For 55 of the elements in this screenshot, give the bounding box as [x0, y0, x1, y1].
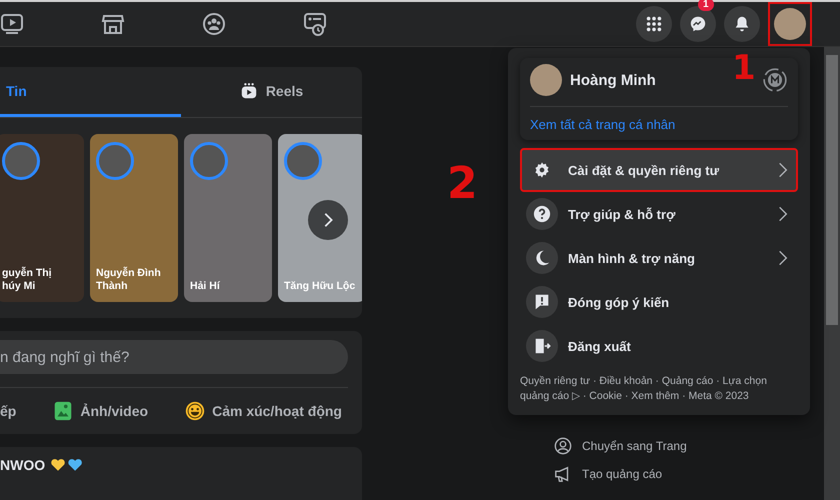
- settings-icon: [533, 161, 551, 179]
- chevron-right-icon: [778, 205, 788, 223]
- story-avatar: [2, 142, 40, 180]
- profile-avatar: [530, 64, 562, 96]
- notification-badge: 1: [698, 0, 714, 11]
- photo-icon: [52, 400, 74, 422]
- story-avatar: [284, 142, 322, 180]
- chevron-right-icon: [778, 161, 788, 179]
- reels-icon: [240, 82, 258, 100]
- help-icon: [533, 205, 551, 223]
- group-icon[interactable]: [202, 12, 226, 36]
- story-name: guyễn Thị húy Mi: [2, 266, 53, 294]
- bell-icon: [733, 15, 751, 33]
- scrollbar[interactable]: [824, 47, 840, 500]
- composer-action-button[interactable]: Cảm xúc/hoạt động: [178, 394, 348, 428]
- menu-item[interactable]: Cài đặt & quyền riêng tư: [520, 148, 798, 192]
- feed-tab[interactable]: Tin: [0, 67, 181, 117]
- menu-item[interactable]: Màn hình & trợ năng: [520, 236, 798, 280]
- post-author: NWOO: [0, 457, 46, 473]
- user-circle-icon: [554, 437, 572, 455]
- messenger-icon: [689, 15, 707, 33]
- notifications-button[interactable]: [724, 6, 760, 42]
- story-card[interactable]: Nguyễn Đình Thành: [90, 134, 178, 302]
- story-name: Hải Hí: [190, 280, 221, 294]
- smiley-icon: [184, 400, 206, 422]
- store-icon[interactable]: [101, 12, 125, 36]
- annotation-number: 2: [447, 158, 478, 209]
- menu-item[interactable]: Đăng xuất: [520, 324, 798, 368]
- composer-action-button[interactable]: Ảnh/video: [46, 394, 154, 428]
- menu-item[interactable]: Trợ giúp & hỗ trợ: [520, 192, 798, 236]
- story-name: Nguyễn Đình Thành: [96, 266, 162, 294]
- composer-action-button[interactable]: ếp: [0, 394, 22, 428]
- shortcut-item[interactable]: Chuyển sang Trang: [544, 437, 824, 455]
- feed-tab[interactable]: Reels: [181, 67, 362, 117]
- see-all-profiles-link[interactable]: Xem tất cả trang cá nhân: [530, 117, 788, 132]
- story-avatar: [96, 142, 134, 180]
- feed-clock-icon[interactable]: [303, 12, 327, 36]
- switch-profile-icon[interactable]: [762, 67, 788, 93]
- menu-grid-button[interactable]: [636, 6, 672, 42]
- footer-links: Quyền riêng tư · Điều khoản · Quảng cáo · Lựa chọn quảng cáo ▷ · Cookie · Xem thêm · Meta © 2023: [520, 374, 768, 404]
- chevron-right-icon: [778, 249, 788, 267]
- story-card[interactable]: Hải Hí: [184, 134, 272, 302]
- video-icon[interactable]: [0, 12, 24, 36]
- logout-icon: [533, 337, 551, 355]
- grid-icon: [645, 15, 663, 33]
- shortcut-item[interactable]: Tạo quảng cáo: [544, 465, 824, 483]
- post-input-field[interactable]: n đang nghĩ gì thế?: [0, 340, 348, 374]
- feedback-icon: [533, 293, 551, 311]
- messenger-button[interactable]: [680, 6, 716, 42]
- annotation-number: 1: [732, 48, 756, 88]
- story-card[interactable]: guyễn Thị húy Mi: [0, 134, 84, 302]
- profile-avatar-button[interactable]: [768, 2, 812, 46]
- story-avatar: [190, 142, 228, 180]
- menu-item[interactable]: Đóng góp ý kiến: [520, 280, 798, 324]
- story-name: Tăng Hữu Lộc: [284, 280, 356, 294]
